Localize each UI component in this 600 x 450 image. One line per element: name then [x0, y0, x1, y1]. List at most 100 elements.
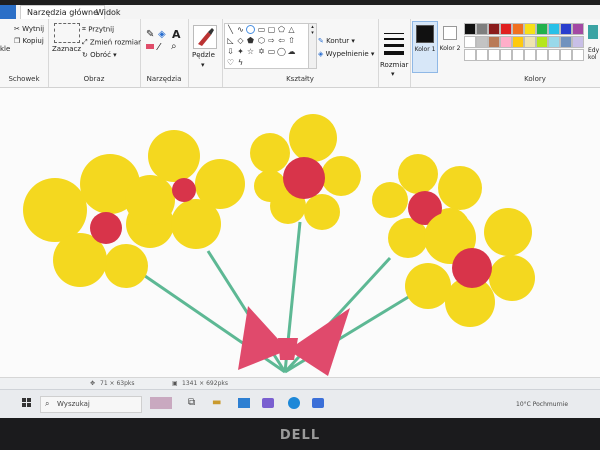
color2-label: Kolor 2: [439, 45, 461, 52]
edge-browser-icon[interactable]: [288, 397, 300, 409]
line-shape-icon[interactable]: ╲: [226, 25, 235, 34]
palette-swatch[interactable]: [464, 23, 476, 35]
palette-swatch[interactable]: [488, 23, 500, 35]
right-triangle-shape-icon[interactable]: ◺: [226, 36, 235, 45]
weather-status[interactable]: 10°C Pochmurnie: [516, 401, 568, 408]
crop-button[interactable]: ⌗ Przytnij: [82, 25, 114, 34]
group-label-tools: Narzędzia: [146, 75, 182, 83]
curve-shape-icon[interactable]: ∿: [236, 25, 245, 34]
palette-swatch[interactable]: [524, 23, 536, 35]
arrow-down-shape-icon[interactable]: ⇩: [226, 47, 235, 56]
custom-palette-swatch[interactable]: [464, 49, 476, 61]
custom-palette-swatch[interactable]: [536, 49, 548, 61]
palette-swatch[interactable]: [512, 23, 524, 35]
color2-swatch: [443, 26, 457, 40]
palette-swatch[interactable]: [548, 36, 560, 48]
drawing-canvas[interactable]: [0, 88, 600, 378]
fill-bucket-icon[interactable]: ◈: [158, 29, 166, 40]
palette-swatch[interactable]: [500, 36, 512, 48]
hexagon-shape-icon[interactable]: ⬡: [257, 36, 266, 45]
star5-shape-icon[interactable]: ☆: [246, 47, 255, 56]
taskbar-search-box[interactable]: ⌕ Wyszukaj: [40, 396, 142, 413]
oval-callout-shape-icon[interactable]: ◯: [277, 47, 286, 56]
palette-swatch[interactable]: [476, 23, 488, 35]
resize-icon: ⤢: [82, 38, 88, 46]
size-button[interactable]: Rozmiar: [380, 61, 408, 69]
brush-icon[interactable]: [193, 25, 217, 49]
windows-start-icon[interactable]: [22, 398, 32, 408]
palette-swatch[interactable]: [560, 36, 572, 48]
palette-swatch[interactable]: [548, 23, 560, 35]
store-icon[interactable]: [262, 398, 274, 408]
taskbar-widget-icon[interactable]: [150, 397, 172, 409]
text-tool-icon[interactable]: A: [172, 28, 181, 41]
palette-swatch[interactable]: [572, 23, 584, 35]
palette-swatch[interactable]: [488, 36, 500, 48]
palette-swatch[interactable]: [536, 36, 548, 48]
fill-label: Wypełnienie: [325, 50, 369, 58]
color1-button[interactable]: Kolor 1: [412, 21, 438, 73]
palette-swatch[interactable]: [512, 36, 524, 48]
fill-button[interactable]: ◈ Wypełnienie ▾: [318, 50, 374, 58]
outline-button[interactable]: ✎ Kontur ▾: [318, 37, 355, 45]
custom-palette-swatch[interactable]: [524, 49, 536, 61]
pentagon-shape-icon[interactable]: ⬟: [246, 36, 255, 45]
cloud-callout-shape-icon[interactable]: ☁: [287, 47, 296, 56]
arrow-left-shape-icon[interactable]: ⇦: [277, 36, 286, 45]
eraser-icon[interactable]: [146, 44, 154, 49]
custom-palette-swatch[interactable]: [572, 49, 584, 61]
palette-swatch[interactable]: [560, 23, 572, 35]
shapes-scrollbar[interactable]: ▴ ▾: [308, 23, 317, 69]
callout-shape-icon[interactable]: ▭: [267, 47, 276, 56]
star6-shape-icon[interactable]: ✡: [257, 47, 266, 56]
magnifier-icon[interactable]: ⌕: [171, 41, 177, 52]
custom-palette-swatch[interactable]: [560, 49, 572, 61]
custom-palette-swatch[interactable]: [488, 49, 500, 61]
rotate-button[interactable]: ↻ Obróć ▾: [82, 51, 117, 59]
custom-palette-swatch[interactable]: [500, 49, 512, 61]
triangle-shape-icon[interactable]: △: [287, 25, 296, 34]
tab-view[interactable]: Widok: [90, 8, 127, 17]
palette-swatch[interactable]: [524, 36, 536, 48]
polygon-shape-icon[interactable]: ⬠: [277, 25, 286, 34]
heart-shape-icon[interactable]: ♡: [226, 58, 235, 67]
copy-button[interactable]: ❐ Kopiuj: [14, 37, 44, 45]
palette-swatch[interactable]: [464, 36, 476, 48]
rounded-rectangle-shape-icon[interactable]: ▢: [267, 25, 276, 34]
custom-palette-swatch[interactable]: [476, 49, 488, 61]
diamond-shape-icon[interactable]: ◇: [236, 36, 245, 45]
paint-app-icon[interactable]: [312, 398, 324, 408]
select-button[interactable]: Zaznacz: [52, 45, 81, 53]
pencil-icon[interactable]: ✎: [146, 29, 154, 40]
task-view-icon[interactable]: ⧉: [188, 397, 195, 408]
edit-colors-button[interactable]: Edy kol: [588, 47, 599, 61]
star4-shape-icon[interactable]: ✦: [236, 47, 245, 56]
brushes-button[interactable]: Pędzle: [192, 51, 215, 59]
arrow-up-shape-icon[interactable]: ⇧: [287, 36, 296, 45]
palette-swatch[interactable]: [476, 36, 488, 48]
file-explorer-icon[interactable]: ▬: [212, 397, 221, 408]
custom-palette-swatch[interactable]: [548, 49, 560, 61]
lightning-shape-icon[interactable]: ϟ: [236, 58, 245, 67]
color-picker-icon[interactable]: ⁄: [158, 42, 160, 53]
palette-swatch[interactable]: [500, 23, 512, 35]
custom-palette-swatch[interactable]: [512, 49, 524, 61]
resize-button[interactable]: ⤢ Zmień rozmiar: [82, 38, 141, 47]
tab-file[interactable]: [0, 5, 16, 19]
taskbar: ⌕ Wyszukaj ⧉ ▬ 10°C Pochmurnie: [0, 389, 600, 418]
select-icon[interactable]: [54, 23, 80, 43]
paste-button[interactable]: kle: [0, 45, 10, 53]
oval-shape-icon[interactable]: [246, 25, 255, 34]
group-label-clipboard: Schowek: [8, 75, 40, 83]
palette-swatch[interactable]: [536, 23, 548, 35]
shapes-gallery[interactable]: ╲ ∿ ▭ ▢ ⬠ △ ◺ ◇ ⬟ ⬡ ⇨ ⇦ ⇧ ⇩ ✦ ☆ ✡ ▭ ◯ ☁: [224, 23, 310, 69]
arrow-right-shape-icon[interactable]: ⇨: [267, 36, 276, 45]
color2-button[interactable]: Kolor 2: [438, 21, 462, 71]
chevron-down-icon[interactable]: ▾: [201, 61, 205, 69]
chevron-down-icon[interactable]: ▾: [391, 70, 395, 78]
rectangle-shape-icon[interactable]: ▭: [257, 25, 266, 34]
edit-colors-icon[interactable]: [588, 25, 598, 39]
mail-icon[interactable]: [238, 398, 250, 408]
palette-swatch[interactable]: [572, 36, 584, 48]
cut-button[interactable]: ✂ Wytnij: [14, 25, 44, 33]
